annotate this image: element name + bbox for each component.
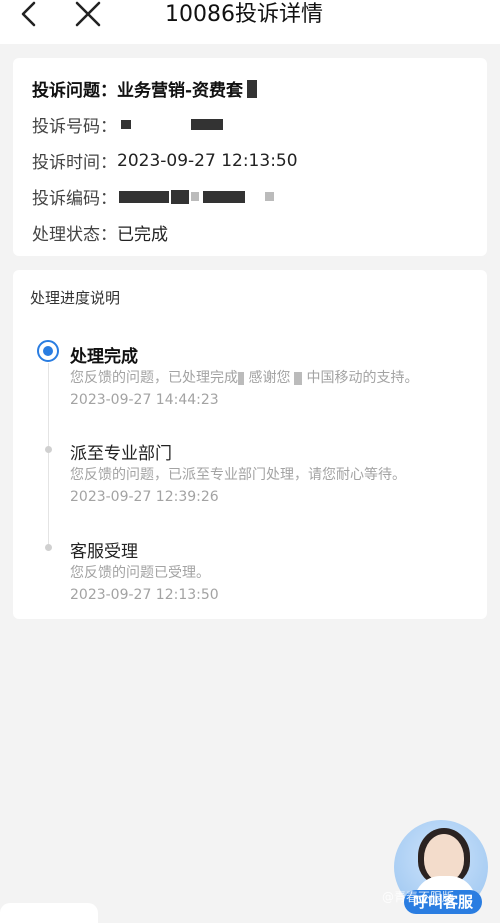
- step-title: 处理完成: [70, 347, 138, 367]
- step-description-part: 中国移动的支持。: [306, 370, 419, 386]
- step-description: 您反馈的问题已受理。: [70, 565, 210, 581]
- complaint-issue-value: 业务营销-资费套: [117, 81, 244, 101]
- complaint-status-value: 已完成: [117, 225, 168, 245]
- step-time: 2023-09-27 12:13:50: [70, 587, 219, 603]
- complaint-number-label: 投诉号码：: [32, 117, 117, 137]
- redacted-block: [191, 192, 199, 201]
- redacted-block: [238, 371, 244, 385]
- page-title: 10086投诉详情: [165, 2, 323, 27]
- complaint-issue-label: 投诉问题：: [32, 81, 117, 101]
- progress-card: 处理进度说明 处理完成 您反馈的问题，已处理完成 感谢您 中国移动的支持。 202…: [13, 270, 487, 619]
- watermark: @青春不限版: [382, 890, 455, 904]
- avatar: [424, 834, 464, 882]
- redacted-block: [191, 119, 223, 130]
- redacted-block: [171, 189, 189, 204]
- step-description: 您反馈的问题，已处理完成 感谢您 中国移动的支持。: [70, 367, 418, 387]
- complaint-code-row: 投诉编码：: [32, 184, 274, 209]
- redacted-block: [265, 192, 274, 201]
- back-button[interactable]: [14, 0, 44, 30]
- timeline-active-dot-icon: [37, 340, 59, 362]
- step-title: 客服受理: [70, 542, 138, 562]
- complaint-info-card: 投诉问题： 业务营销-资费套 投诉号码： 投诉时间： 2023-09-27 12…: [13, 58, 487, 256]
- timeline-dot-icon: [45, 446, 52, 453]
- bottom-tab: [0, 903, 98, 923]
- step-time: 2023-09-27 14:44:23: [70, 392, 219, 408]
- timeline-dot-icon: [45, 544, 52, 551]
- chevron-left-icon: [21, 1, 36, 27]
- complaint-number-row: 投诉号码：: [32, 112, 223, 137]
- complaint-time-value: 2023-09-27 12:13:50: [117, 150, 298, 171]
- redacted-block: [294, 371, 303, 385]
- complaint-time-label: 投诉时间：: [32, 153, 117, 173]
- redacted-block: [203, 190, 245, 203]
- complaint-time-row: 投诉时间： 2023-09-27 12:13:50: [32, 148, 298, 174]
- step-time: 2023-09-27 12:39:26: [70, 489, 219, 505]
- step-description: 您反馈的问题，已派至专业部门处理，请您耐心等待。: [70, 467, 406, 483]
- step-description-part: 您反馈的问题，已处理完成: [70, 370, 238, 386]
- top-nav-bar: 10086投诉详情: [0, 0, 500, 44]
- timeline-line: [48, 363, 49, 549]
- close-button[interactable]: [70, 0, 104, 30]
- redacted-block: [121, 120, 131, 129]
- redacted-block: [247, 79, 258, 98]
- step-description-part: 感谢您: [248, 370, 291, 386]
- close-icon: [75, 1, 101, 27]
- redacted-block: [119, 190, 169, 203]
- complaint-status-row: 处理状态： 已完成: [32, 220, 168, 245]
- step-title: 派至专业部门: [70, 444, 172, 464]
- complaint-issue-row: 投诉问题： 业务营销-资费套: [32, 76, 258, 101]
- complaint-status-label: 处理状态：: [32, 225, 117, 245]
- progress-section-title: 处理进度说明: [30, 289, 121, 307]
- complaint-code-label: 投诉编码：: [32, 189, 117, 209]
